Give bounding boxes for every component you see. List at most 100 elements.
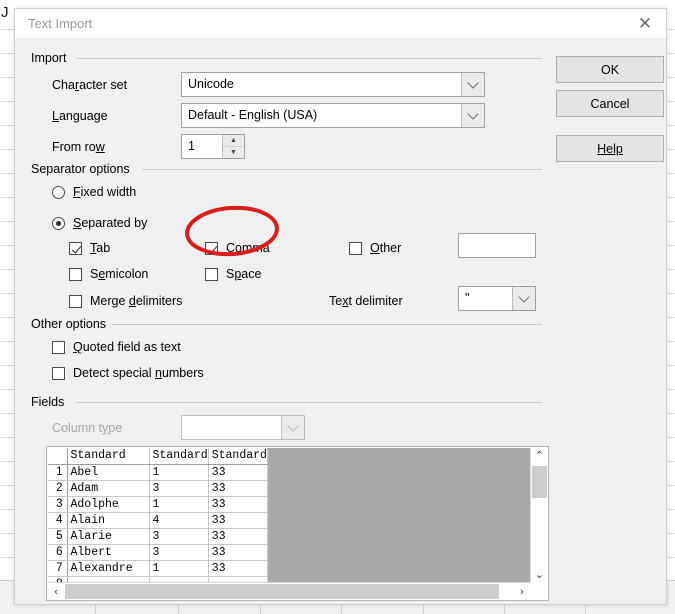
scroll-down-icon[interactable]: ⌄ xyxy=(531,567,548,582)
preview-horizontal-scrollbar[interactable]: ‹ › xyxy=(48,582,530,599)
quoted-field-as-text-label: Quoted field as text xyxy=(73,340,181,354)
language-combobox[interactable]: Default - English (USA) xyxy=(181,103,485,128)
comma-label: Comma xyxy=(226,241,270,255)
column-type-combobox[interactable] xyxy=(181,415,305,440)
table-cell: 3 xyxy=(149,528,209,545)
table-row: 6 Albert 3 33 xyxy=(48,544,268,561)
import-group-legend: Import xyxy=(31,51,73,65)
column-header[interactable]: Standard xyxy=(149,448,209,465)
table-cell: 33 xyxy=(208,544,268,561)
scroll-left-icon[interactable]: ‹ xyxy=(48,583,64,600)
chevron-down-icon[interactable] xyxy=(512,287,535,310)
table-row: 7 Alexandre 1 33 xyxy=(48,560,268,577)
preview-vertical-scrollbar[interactable]: ⌃ ⌄ xyxy=(530,448,547,582)
table-cell: 33 xyxy=(208,560,268,577)
checkbox-indicator xyxy=(69,268,82,281)
radio-indicator xyxy=(52,217,65,230)
table-cell: 33 xyxy=(208,528,268,545)
chevron-down-icon[interactable] xyxy=(461,104,484,127)
separator-group-rule xyxy=(142,169,542,170)
from-row-spinner[interactable]: 1 ▲ ▼ xyxy=(181,134,245,159)
character-set-value: Unicode xyxy=(188,77,234,91)
table-cell: 1 xyxy=(149,464,209,481)
chevron-down-icon[interactable] xyxy=(461,73,484,96)
scroll-right-icon[interactable]: › xyxy=(514,583,530,600)
row-number: 6 xyxy=(48,544,68,561)
table-row: 2 Adam 3 33 xyxy=(48,480,268,497)
space-label: Space xyxy=(226,267,262,281)
table-cell: 4 xyxy=(149,512,209,529)
text-delimiter-combobox[interactable]: " xyxy=(458,286,536,311)
dialog-titlebar: Text Import ✕ xyxy=(15,9,666,39)
dialog-body: OK Cancel Help Import Character set Unic… xyxy=(15,40,666,604)
table-row: 1 Abel 1 33 xyxy=(48,464,268,481)
from-row-label: From row xyxy=(52,140,105,154)
character-set-label: Character set xyxy=(52,78,128,92)
semicolon-label: Semicolon xyxy=(90,267,149,281)
text-delimiter-label: Text delimiter xyxy=(329,294,403,308)
table-cell: Adam xyxy=(67,480,150,497)
table-cell: 1 xyxy=(149,560,209,577)
fixed-width-label: Fixed width xyxy=(73,185,137,199)
table-cell: 3 xyxy=(149,544,209,561)
language-value: Default - English (USA) xyxy=(188,108,318,122)
row-number-corner xyxy=(48,448,68,465)
bg-column-header-letter: J xyxy=(1,4,9,21)
from-row-value: 1 xyxy=(188,139,195,153)
row-number: 3 xyxy=(48,496,68,513)
column-header[interactable]: Standard xyxy=(67,448,150,465)
checkbox-indicator xyxy=(52,367,65,380)
from-row-stepper[interactable]: ▲ ▼ xyxy=(222,135,244,158)
separator-group-legend: Separator options xyxy=(31,162,136,176)
other-options-group-rule xyxy=(108,324,542,325)
help-button[interactable]: Help xyxy=(556,135,664,162)
tab-label: Tab xyxy=(90,241,111,255)
checkbox-indicator xyxy=(52,341,65,354)
radio-indicator xyxy=(52,186,65,199)
table-cell: 33 xyxy=(208,480,268,497)
scroll-up-icon[interactable]: ⌃ xyxy=(531,448,548,463)
import-group-rule xyxy=(77,58,542,59)
text-delimiter-value: " xyxy=(465,291,470,305)
other-separator-input[interactable] xyxy=(458,233,536,258)
table-row: 4 Alain 4 33 xyxy=(48,512,268,529)
language-label: Language xyxy=(52,109,108,123)
row-number: 7 xyxy=(48,560,68,577)
checkbox-indicator xyxy=(205,268,218,281)
table-cell: Alexandre xyxy=(67,560,150,577)
table-cell: Abel xyxy=(67,464,150,481)
other-options-group-legend: Other options xyxy=(31,317,113,331)
merge-delimiters-label: Merge delimiters xyxy=(90,294,183,308)
spinner-up-icon[interactable]: ▲ xyxy=(223,135,244,147)
preview-table: Standard Standard Standard 1 Abel 1 33 2… xyxy=(48,448,268,582)
table-row: 5 Alarie 3 33 xyxy=(48,528,268,545)
spinner-down-icon[interactable]: ▼ xyxy=(223,147,244,158)
cancel-button[interactable]: Cancel xyxy=(556,90,664,117)
chevron-down-icon[interactable] xyxy=(281,416,304,439)
table-cell: 33 xyxy=(208,512,268,529)
table-cell: 1 xyxy=(149,496,209,513)
column-header[interactable]: Standard xyxy=(208,448,268,465)
dialog-title: Text Import xyxy=(28,16,93,31)
character-set-combobox[interactable]: Unicode xyxy=(181,72,485,97)
checkbox-indicator xyxy=(349,242,362,255)
column-type-label: Column type xyxy=(52,421,123,435)
table-cell: Adolphe xyxy=(67,496,150,513)
ok-button[interactable]: OK xyxy=(556,56,664,83)
checkbox-indicator xyxy=(205,242,218,255)
table-cell: 3 xyxy=(149,480,209,497)
vertical-scroll-thumb[interactable] xyxy=(532,466,547,498)
horizontal-scroll-thumb[interactable] xyxy=(65,584,499,599)
checkbox-indicator xyxy=(69,242,82,255)
data-preview-grid[interactable]: Standard Standard Standard 1 Abel 1 33 2… xyxy=(48,448,530,582)
close-icon[interactable]: ✕ xyxy=(632,13,658,35)
table-cell: 33 xyxy=(208,464,268,481)
table-cell: 33 xyxy=(208,496,268,513)
fields-group-rule xyxy=(75,402,542,403)
other-label: Other xyxy=(370,241,402,255)
fields-group-legend: Fields xyxy=(31,395,71,409)
text-import-dialog: Text Import ✕ OK Cancel Help Import Char… xyxy=(14,8,667,605)
detect-special-numbers-label: Detect special numbers xyxy=(73,366,204,380)
table-cell: Alain xyxy=(67,512,150,529)
table-cell: Alarie xyxy=(67,528,150,545)
